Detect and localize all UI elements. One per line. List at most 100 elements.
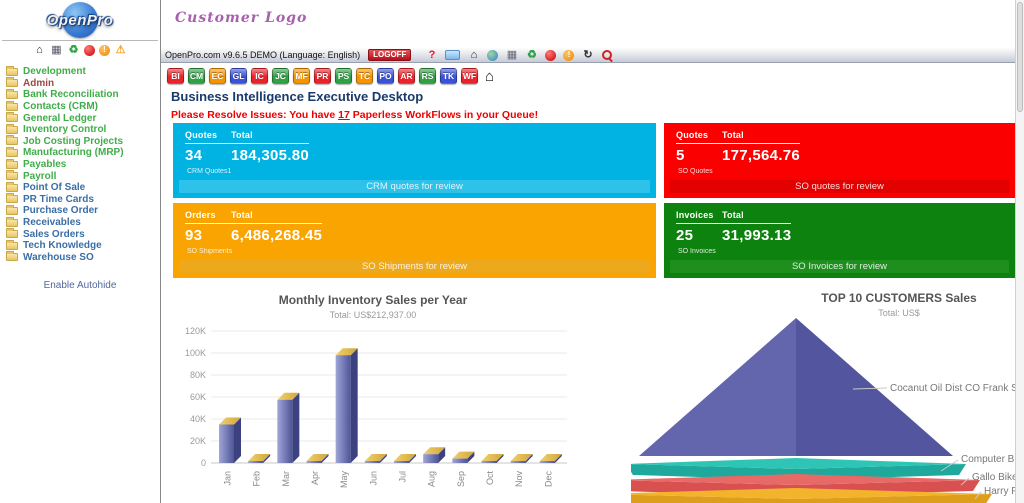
sidebar-item-tech-knowledge[interactable]: Tech Knowledge (6, 240, 156, 252)
scrollbar-thumb[interactable] (1017, 2, 1023, 112)
module-button-wf[interactable]: WF (461, 68, 478, 84)
module-button-bi[interactable]: BI (167, 68, 184, 84)
calculator-icon[interactable]: ▦ (50, 44, 63, 57)
svg-text:Harry Frank co: Harry Frank co (984, 486, 1015, 497)
search-icon[interactable] (601, 49, 613, 61)
module-button-pr[interactable]: PR (314, 68, 331, 84)
sidebar-item-manufacturing-mrp[interactable]: Manufacturing (MRP) (6, 147, 156, 159)
sidebar-item-label: Job Costing Projects (23, 136, 123, 147)
vertical-scrollbar[interactable] (1015, 0, 1024, 503)
recycle-icon[interactable]: ♻ (67, 44, 80, 57)
sidebar-item-warehouse-so[interactable]: Warehouse SO (6, 252, 156, 264)
module-button-ec[interactable]: EC (209, 68, 226, 84)
sidebar-item-label: Inventory Control (23, 124, 106, 135)
kpi-summary: QuotesTotal34184,305.80 (185, 130, 309, 164)
metric-label: Invoices (676, 210, 722, 220)
svg-text:Jan: Jan (223, 471, 233, 486)
warning-badge-icon[interactable]: ! (99, 45, 110, 56)
svg-text:Mar: Mar (281, 471, 291, 487)
metric-total: 177,564.76 (722, 147, 800, 164)
module-button-ar[interactable]: AR (398, 68, 415, 84)
svg-text:Dec: Dec (543, 471, 553, 488)
kpi-summary: QuotesTotal5177,564.76 (676, 130, 800, 164)
kpi-card-so-shipments[interactable]: OrdersTotal936,486,268.45SO ShipmentsSO … (173, 203, 656, 278)
sidebar-item-payroll[interactable]: Payroll (6, 170, 156, 182)
kpi-card-so-quotes[interactable]: QuotesTotal5177,564.76 SO Quotes SO quotes… (664, 123, 1015, 198)
svg-text:80K: 80K (190, 370, 206, 380)
sidebar-item-point-of-sale[interactable]: Point Of Sale (6, 182, 156, 194)
home-icon[interactable]: ⌂ (467, 49, 480, 62)
stop-icon[interactable] (84, 45, 95, 56)
module-button-cm[interactable]: CM (188, 68, 205, 84)
folder-icon (6, 126, 18, 134)
sidebar-item-bank-reconciliation[interactable]: Bank Reconciliation (6, 89, 156, 101)
svg-text:Total: US$212,937.00: Total: US$212,937.00 (330, 310, 417, 320)
sidebar-item-pr-time-cards[interactable]: PR Time Cards (6, 194, 156, 206)
sidebar-item-label: Warehouse SO (23, 252, 94, 263)
module-button-po[interactable]: PO (377, 68, 394, 84)
logoff-button[interactable]: LOGOFF (368, 49, 411, 61)
card-action-so-shipments-for-review[interactable]: SO Shipments for review (179, 260, 650, 273)
sidebar-item-label: Sales Orders (23, 229, 85, 240)
module-button-tc[interactable]: TC (356, 68, 373, 84)
folder-icon (6, 219, 18, 227)
address-book-icon[interactable] (445, 50, 460, 60)
svg-text:60K: 60K (190, 392, 206, 402)
card-action-crm-quotes-for-review[interactable]: CRM quotes for review (179, 180, 650, 193)
warning-triangle-icon[interactable]: ⚠ (114, 44, 127, 57)
warning-badge-icon[interactable]: ! (563, 50, 574, 61)
folder-icon (6, 207, 18, 215)
svg-text:Aug: Aug (427, 471, 437, 487)
svg-text:Jul: Jul (398, 471, 408, 483)
help-icon[interactable]: ? (425, 49, 438, 62)
sidebar-item-inventory-control[interactable]: Inventory Control (6, 124, 156, 136)
enable-autohide-link[interactable]: Enable Autohide (0, 280, 160, 291)
sidebar-item-development[interactable]: Development (6, 66, 156, 78)
svg-text:Cocanut Oil Dist CO Frank Smit: Cocanut Oil Dist CO Frank Smith, $ (890, 383, 1015, 394)
sidebar-item-receivables[interactable]: Receivables (6, 217, 156, 229)
card-action-so-quotes-for-review[interactable]: SO quotes for review (670, 180, 1009, 193)
module-button-mf[interactable]: MF (293, 68, 310, 84)
metric-source: SO Quotes (678, 168, 1003, 175)
sidebar-item-admin[interactable]: Admin (6, 78, 156, 90)
svg-text:May: May (339, 471, 349, 489)
kpi-card-so-invoices[interactable]: InvoicesTotal2531,993.13SO InvoicesSO In… (664, 203, 1015, 278)
stop-icon[interactable] (545, 50, 556, 61)
kpi-card-crm-quotes[interactable]: QuotesTotal34184,305.80CRM Quotes1CRM qu… (173, 123, 656, 198)
openpro-dashboard: OpenPro ⌂ ▦ ♻! ⚠ DevelopmentAdminBank Recon… (0, 0, 1024, 503)
folder-icon (6, 161, 18, 169)
module-buttons-row: BICMECGLICJCMFPRPSTCPOARRSTKWF ⌂ (167, 66, 494, 86)
kpi-cards: QuotesTotal34184,305.80CRM Quotes1CRM qu… (161, 123, 1024, 283)
sidebar-item-contacts-crm[interactable]: Contacts (CRM) (6, 101, 156, 113)
module-button-tk[interactable]: TK (440, 68, 457, 84)
svg-text:Jun: Jun (368, 471, 378, 486)
home-icon[interactable]: ⌂ (485, 69, 494, 84)
openpro-logo[interactable]: OpenPro (0, 2, 160, 38)
folder-icon (6, 68, 18, 76)
module-button-rs[interactable]: RS (419, 68, 436, 84)
sidebar-item-payables[interactable]: Payables (6, 159, 156, 171)
module-button-ps[interactable]: PS (335, 68, 352, 84)
sidebar-item-purchase-order[interactable]: Purchase Order (6, 205, 156, 217)
refresh-icon[interactable]: ↻ (581, 49, 594, 62)
folder-icon (6, 137, 18, 145)
sidebar-item-general-ledger[interactable]: General Ledger (6, 112, 156, 124)
folder-icon (6, 253, 18, 261)
module-button-gl[interactable]: GL (230, 68, 247, 84)
sidebar-item-label: Payroll (23, 171, 56, 182)
calculator-icon[interactable]: ▦ (505, 49, 518, 62)
top-toolbar: OpenPro.com v9.6.5 DEMO (Language: Engli… (161, 48, 1024, 63)
home-icon[interactable]: ⌂ (33, 44, 46, 57)
warning-count-link[interactable]: 17 (338, 109, 350, 121)
svg-text:Nov: Nov (514, 471, 524, 488)
sidebar-item-sales-orders[interactable]: Sales Orders (6, 228, 156, 240)
module-button-jc[interactable]: JC (272, 68, 289, 84)
card-action-so-invoices-for-review[interactable]: SO Invoices for review (670, 260, 1009, 273)
globe-icon[interactable] (487, 50, 498, 61)
sidebar-item-job-costing-projects[interactable]: Job Costing Projects (6, 136, 156, 148)
module-button-ic[interactable]: IC (251, 68, 268, 84)
sidebar-divider (2, 40, 158, 41)
svg-text:Apr: Apr (310, 471, 320, 485)
metric-total: 184,305.80 (231, 147, 309, 164)
recycle-icon[interactable]: ♻ (525, 49, 538, 62)
